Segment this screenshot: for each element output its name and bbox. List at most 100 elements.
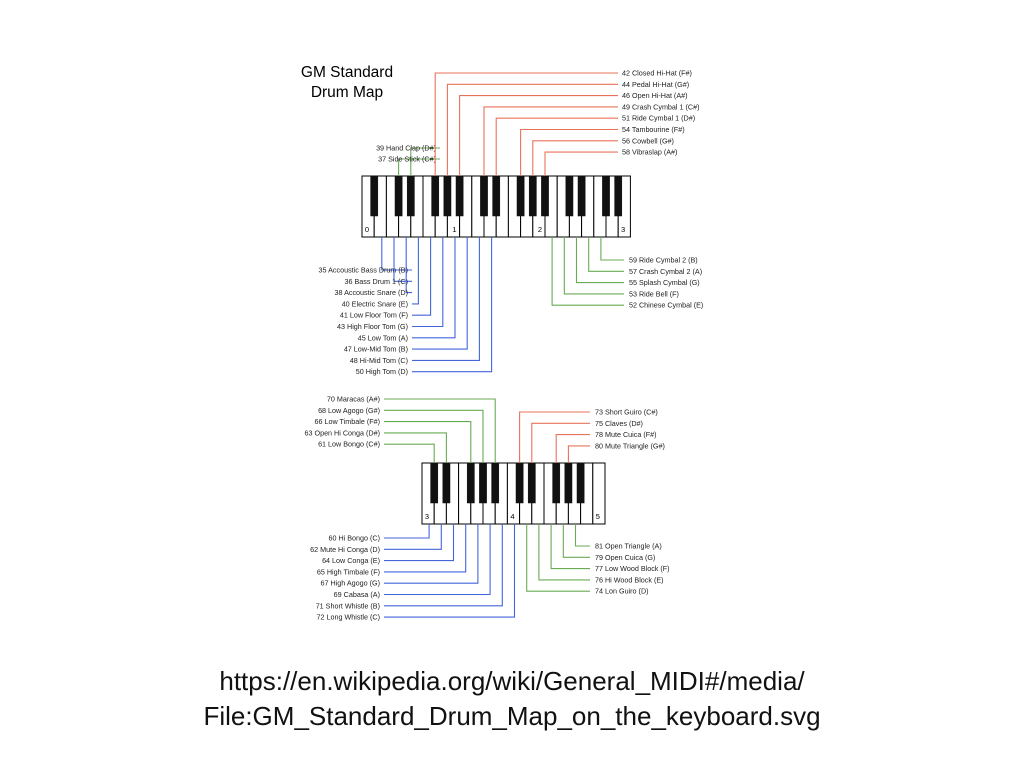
kb1-black-key [455,175,464,217]
kb2-drum-label: 67 High Agogo (G) [320,579,380,588]
kb1-drum-label: 51 Ride Cymbal 1 (D#) [622,114,695,123]
kb2-drum-label: 72 Long Whistle (C) [316,613,380,622]
kb2-black-key [479,462,487,504]
kb2-black-key [527,462,536,504]
kb1-connector-line [412,237,444,328]
kb1-connector-line [588,237,624,272]
caption-url-line-1: https://en.wikipedia.org/wiki/General_MI… [219,666,805,696]
kb1-black-key [528,175,537,217]
kb2-black-key [491,462,500,504]
kb2-octave-label: 3 [425,512,429,521]
kb1-connector-line [563,237,624,295]
kb1-connector-line [412,237,419,305]
kb1-connector-line [600,237,624,261]
kb1-connector-line [393,237,412,282]
kb1-drum-label: 52 Chinese Cymbal (E) [629,301,703,310]
kb2-drum-label: 66 Low Timbale (F#) [314,417,380,426]
kb1-black-key [431,175,440,217]
kb1-connector-line [520,128,618,176]
kb2-drum-label: 79 Open Cuica (G) [595,553,655,562]
kb2-connector-line [384,524,503,607]
kb1-drum-label: 45 Low Tom (A) [358,333,408,342]
kb2-connector-line [384,398,496,463]
kb1-drum-label: 42 Closed Hi-Hat (F#) [622,69,692,78]
kb2-connector-line [384,443,435,463]
kb2-drum-label: 78 Mute Cuica (F#) [595,430,657,439]
kb2-black-key [515,462,524,504]
kb2-connector-line [562,524,590,558]
diagram-title-line-1: GM Standard [301,64,393,81]
kb2-octave-label: 5 [596,512,600,521]
kb2-black-key [576,462,585,504]
kb2-black-key [466,462,475,504]
kb2-drum-label: 77 Low Wood Block (F) [595,564,670,573]
kb1-drum-label: 57 Crash Cymbal 2 (A) [629,267,702,276]
kb1-black-key [480,175,488,217]
kb2-drum-label: 65 High Timbale (F) [317,567,380,576]
kb2-black-key [564,462,573,504]
kb2-black-key [430,462,439,504]
kb1-drum-label: 56 Cowbell (G#) [622,136,674,145]
kb2-connector-line [384,524,430,539]
kb1-drum-label: 58 Vibraslap (A#) [622,148,677,157]
kb2-black-key [442,462,451,504]
slide: GM Standard Drum Map 0 1 2 3 39 Hand Clap (D#)… [0,0,1024,768]
kb1-drum-label: 50 High Tom (D) [356,367,408,376]
kb1-connector-line [434,72,618,176]
kb2-drum-label: 76 Hi Wood Block (E) [595,575,664,584]
kb1-drum-label: 36 Bass Drum 1 (C) [344,277,408,286]
kb1-connector-line [495,117,618,176]
kb1-black-key [443,175,452,217]
kb2-connector-line [384,524,479,584]
kb2-drum-label: 73 Short Guiro (C#) [595,408,658,417]
kb2-drum-label: 74 Lon Guiro (D) [595,587,649,596]
kb1-drum-label: 55 Splash Cymbal (G) [629,278,700,287]
diagram-title-line-2: Drum Map [311,84,383,101]
kb1-drum-label: 47 Low-Mid Tom (B) [344,345,408,354]
kb2-drum-label: 68 Low Agogo (G#) [318,406,380,415]
kb1-drum-label: 38 Accoustic Snare (D) [334,288,408,297]
kb1-black-key [614,175,623,217]
kb1-connector-line [412,237,468,350]
kb2-connector-line [531,422,590,463]
kb2-connector-line [384,409,484,463]
kb1-drum-label: 54 Tambourine (F#) [622,125,685,134]
kb1-octave-label: 1 [452,225,456,234]
kb2-drum-label: 63 Open Hi Conga (D#) [304,428,380,437]
kb2-drum-label: 71 Short Whistle (B) [316,601,380,610]
kb2-connector-line [567,445,590,463]
kb2-drum-label: 60 Hi Bongo (C) [328,534,380,543]
kb1-black-key [565,175,574,217]
kb2-connector-line [384,432,447,463]
kb2-drum-label: 62 Mute Hi Conga (D) [310,545,380,554]
kb1-black-key [492,175,501,217]
kb1-drum-label: 46 Open Hi-Hat (A#) [622,91,688,100]
kb1-drum-label: 40 Electric Snare (E) [342,299,408,308]
kb1-black-key [602,175,610,217]
kb1-octave-label: 3 [621,225,625,234]
kb1-connector-line [532,140,618,176]
kb2-drum-label: 70 Maracas (A#) [327,395,380,404]
kb2-connector-line [384,421,472,463]
kb1-black-key [516,175,525,217]
kb1-connector-line [459,95,618,176]
caption-url-line-2: File:GM_Standard_Drum_Map_on_the_keyboar… [203,701,821,731]
kb1-drum-label: 37 Side Stick (C#) [378,155,436,164]
kb1-drum-label: 53 Ride Bell (F) [629,289,679,298]
kb1-black-key [541,175,549,217]
kb2-black-key [552,462,561,504]
kb1-drum-label: 43 High Floor Tom (G) [337,322,408,331]
kb1-drum-label: 44 Pedal Hi-Hat (G#) [622,80,689,89]
kb1-drum-label: 41 Low Floor Tom (F) [340,311,408,320]
kb1-octave-label: 2 [538,225,542,234]
kb1-connector-line [544,151,618,176]
kb1-drum-label: 39 Hand Clap (D#) [376,144,436,153]
kb2-connector-line [574,524,590,547]
kb2-drum-label: 75 Claves (D#) [595,419,643,428]
kb2-connector-line [538,524,590,581]
kb2-octave-label: 4 [510,512,514,521]
kb2-drum-label: 80 Mute Triangle (G#) [595,441,665,450]
kb1-drum-label: 49 Crash Cymbal 1 (C#) [622,102,700,111]
gm-drum-map-diagram: GM Standard Drum Map 0 1 2 3 39 Hand Clap (D#)… [301,64,703,622]
kb2-drum-label: 61 Low Bongo (C#) [318,440,380,449]
